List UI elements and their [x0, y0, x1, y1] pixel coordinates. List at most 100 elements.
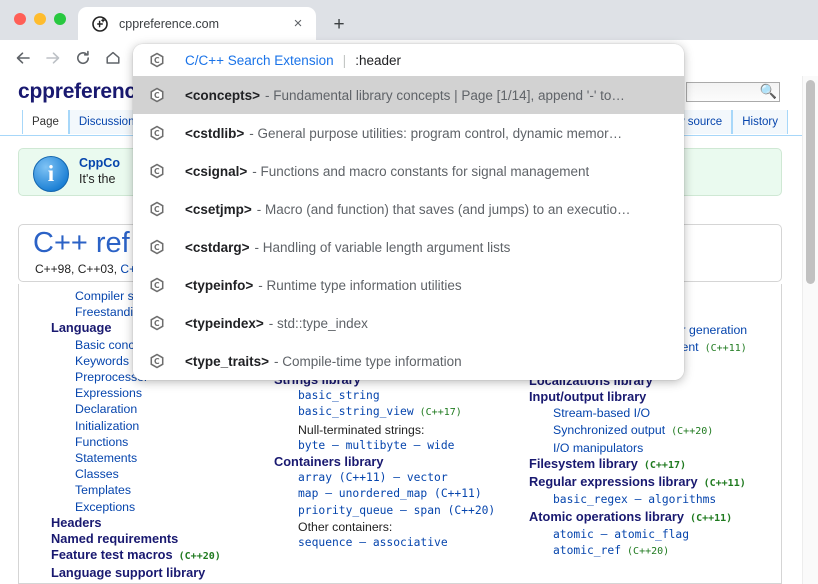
suggestion-item[interactable]: C <type_traits> - Compile-time type inform… [133, 342, 684, 380]
list-item-label: Language support library [51, 565, 206, 581]
standard-version-tag: (C++17) [637, 460, 687, 472]
suggestion-title: <type_traits> [185, 353, 270, 369]
list-item[interactable]: Initialization [51, 418, 264, 434]
suggestion-item[interactable]: C <csignal> - Functions and macro constant… [133, 152, 684, 190]
section-heading[interactable]: Feature test macros (C++20) [51, 547, 264, 565]
list-item-label: Containers library [274, 454, 384, 470]
page-scrollbar[interactable] [802, 76, 818, 584]
close-window-button[interactable] [14, 13, 26, 25]
list-item[interactable]: byte — multibyte — wide [274, 438, 519, 454]
standard-version-tag: (C++20) [172, 551, 221, 563]
suggestion-title: <concepts> [185, 87, 261, 103]
list-item-label: Exceptions [75, 499, 136, 514]
list-item[interactable]: basic_string_view (C++17) [274, 404, 519, 421]
tab-strip: cppreference.com × + [0, 0, 818, 40]
cpp-extension-icon: C [147, 275, 167, 295]
list-item-label: array (C++11) — vector [298, 471, 448, 485]
tab-history[interactable]: History [732, 110, 788, 134]
standard-version-tag: (C++11) [698, 342, 747, 354]
list-item[interactable]: Synchronized output (C++20) [529, 422, 781, 440]
list-item[interactable]: sequence — associative [274, 535, 519, 551]
suggestion-title: <cstdarg> [185, 239, 250, 255]
section-heading[interactable]: Named requirements [51, 531, 264, 547]
section-heading[interactable]: Atomic operations library (C++11) [529, 509, 781, 527]
cpp-extension-icon: C [147, 85, 167, 105]
list-item-label: basic_string [298, 389, 380, 403]
list-item-label: I/O manipulators [553, 440, 644, 455]
svg-text:C: C [154, 167, 160, 176]
browser-tab[interactable]: cppreference.com × [78, 7, 316, 40]
suggestion-description: - Runtime type information utilities [258, 277, 462, 293]
standard-version-tag: (C++11) [684, 512, 733, 524]
close-icon[interactable]: × [287, 13, 309, 35]
reload-icon[interactable] [68, 44, 98, 72]
list-item[interactable]: Functions [51, 434, 264, 450]
omnibox-query-text: :header [355, 52, 402, 68]
site-search-input[interactable]: 🔍 [686, 82, 780, 102]
suggestion-item[interactable]: C <cstdarg> - Handling of variable length … [133, 228, 684, 266]
list-item-label: Declaration [75, 402, 138, 417]
minimize-window-button[interactable] [34, 13, 46, 25]
browser-window: cppreference.com × + cppreference.com 🔍 … [0, 0, 818, 584]
suggestion-list: C <concepts> - Fundamental library concept… [133, 76, 684, 380]
list-item-label: Templates [75, 483, 132, 498]
list-item-label: Stream-based I/O [553, 406, 651, 421]
list-item[interactable]: Stream-based I/O [529, 405, 781, 421]
list-item-label: Statements [75, 451, 138, 466]
home-icon[interactable] [98, 44, 128, 72]
section-heading[interactable]: Headers [51, 515, 264, 531]
section-heading[interactable]: Containers library [274, 454, 519, 470]
list-item[interactable]: I/O manipulators [529, 440, 781, 456]
suggestion-item[interactable]: C <cstdlib> - General purpose utilities: p… [133, 114, 684, 152]
subtitle-plain: C++98, C++03, [35, 262, 121, 276]
suggestion-item[interactable]: C <csetjmp> - Macro (and function) that sa… [133, 190, 684, 228]
list-item-label: Expressions [75, 386, 142, 401]
cpp-extension-icon: C [147, 351, 167, 371]
list-item-label: Classes [75, 467, 119, 482]
omnibox-input-row[interactable]: C C/C++ Search Extension | :header [133, 44, 684, 76]
suggestion-description: - std::type_index [268, 315, 368, 331]
wiki-tabs-left: Page Discussion [22, 110, 145, 134]
list-item[interactable]: basic_regex — algorithms [529, 492, 781, 508]
section-heading[interactable]: Language support library [51, 565, 264, 581]
standard-version-tag: (C++20) [665, 425, 714, 437]
list-item[interactable]: Expressions [51, 385, 264, 401]
cpp-extension-icon: C [147, 50, 167, 70]
list-item[interactable]: array (C++11) — vector [274, 470, 519, 486]
tab-page[interactable]: Page [22, 110, 69, 134]
list-item-label: Named requirements [51, 531, 179, 547]
list-item[interactable]: Classes [51, 466, 264, 482]
list-item[interactable]: Exceptions [51, 499, 264, 515]
suggestion-item[interactable]: C <typeinfo> - Runtime type information ut… [133, 266, 684, 304]
cpp-logo-icon [91, 15, 108, 32]
suggestion-description: - Functions and macro constants for sign… [252, 163, 590, 179]
list-item-label: map — unordered_map (C++11) [298, 487, 482, 501]
list-item[interactable]: Statements [51, 450, 264, 466]
list-item[interactable]: Declaration [51, 401, 264, 417]
standard-version-tag: (C++20) [621, 546, 670, 558]
list-item[interactable]: basic_string [274, 388, 519, 404]
section-heading[interactable]: Filesystem library (C++17) [529, 456, 781, 474]
list-item[interactable]: atomic — atomic_flag [529, 527, 781, 543]
cpp-extension-icon: C [147, 199, 167, 219]
standard-version-tag: (C++17) [413, 407, 462, 419]
scrollbar-thumb[interactable] [806, 80, 815, 284]
maximize-window-button[interactable] [54, 13, 66, 25]
list-item[interactable]: priority_queue — span (C++20) [274, 503, 519, 519]
forward-icon[interactable] [38, 44, 68, 72]
list-item: Null-terminated strings: [274, 422, 519, 438]
suggestion-item[interactable]: C <typeindex> - std::type_index [133, 304, 684, 342]
section-heading[interactable]: Regular expressions library (C++11) [529, 474, 781, 492]
tab-title: cppreference.com [119, 16, 220, 31]
omnibox-suggestions-dropdown: C C/C++ Search Extension | :header C <con… [133, 44, 684, 380]
notice-title[interactable]: CppCo [79, 156, 120, 170]
info-icon: i [33, 156, 69, 192]
list-item[interactable]: Templates [51, 482, 264, 498]
list-item[interactable]: map — unordered_map (C++11) [274, 486, 519, 502]
section-heading[interactable]: Input/output library [529, 389, 781, 405]
suggestion-item[interactable]: C <concepts> - Fundamental library concept… [133, 76, 684, 114]
list-item[interactable]: atomic_ref (C++20) [529, 543, 781, 560]
back-icon[interactable] [8, 44, 38, 72]
list-item-label: Filesystem library [529, 456, 638, 472]
new-tab-button[interactable]: + [326, 11, 352, 37]
